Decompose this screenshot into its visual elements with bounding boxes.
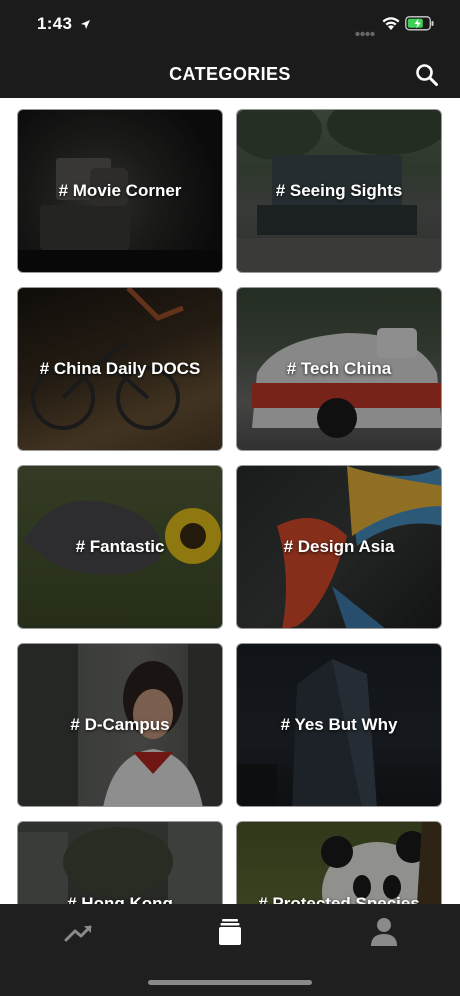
category-label: # Protected Species — [258, 894, 420, 904]
category-grid: # Movie Corner # Seeing Sights # China D… — [0, 98, 460, 904]
category-card-design-asia[interactable]: # Design Asia — [236, 465, 442, 629]
category-card-china-daily-docs[interactable]: # China Daily DOCS — [17, 287, 223, 451]
category-label: # Movie Corner — [58, 181, 182, 200]
category-label: # Fantastic — [75, 537, 165, 556]
location-arrow-icon — [80, 17, 91, 35]
page-title: CATEGORIES — [169, 64, 291, 84]
category-label: # Tech China — [286, 359, 392, 378]
category-label: # Hong Kong — [67, 894, 173, 904]
category-card-seeing-sights[interactable]: # Seeing Sights — [236, 109, 442, 273]
category-card-d-campus[interactable]: # D-Campus — [17, 643, 223, 807]
battery-icon — [405, 16, 435, 36]
search-icon[interactable] — [414, 62, 440, 88]
category-card-protected-species[interactable]: # Protected Species — [236, 821, 442, 904]
header-bar: CATEGORIES — [0, 50, 460, 98]
category-card-hong-kong[interactable]: # Hong Kong — [17, 821, 223, 904]
tab-trending[interactable] — [60, 916, 100, 948]
stack-icon — [219, 919, 241, 945]
category-card-yes-but-why[interactable]: # Yes But Why — [236, 643, 442, 807]
category-label: # D-Campus — [70, 715, 170, 734]
category-card-fantastic[interactable]: # Fantastic — [17, 465, 223, 629]
trending-icon — [64, 925, 92, 942]
category-label: # Yes But Why — [280, 715, 398, 734]
category-label: # Seeing Sights — [275, 181, 403, 200]
tab-categories[interactable] — [210, 916, 250, 948]
tab-profile[interactable] — [364, 916, 404, 948]
category-label: # Design Asia — [283, 537, 395, 556]
category-card-tech-china[interactable]: # Tech China — [236, 287, 442, 451]
profile-icon — [371, 918, 397, 946]
category-label: # China Daily DOCS — [39, 359, 201, 378]
status-bar: 1:43 — [0, 0, 460, 50]
wifi-icon — [381, 16, 401, 36]
home-indicator — [148, 980, 312, 985]
status-time: 1:43 — [37, 14, 73, 33]
category-card-movie-corner[interactable]: # Movie Corner — [17, 109, 223, 273]
screen: 1:43 CATEGORIES # Movie Corner # Seeing … — [0, 0, 460, 996]
signal-icon — [355, 24, 375, 42]
